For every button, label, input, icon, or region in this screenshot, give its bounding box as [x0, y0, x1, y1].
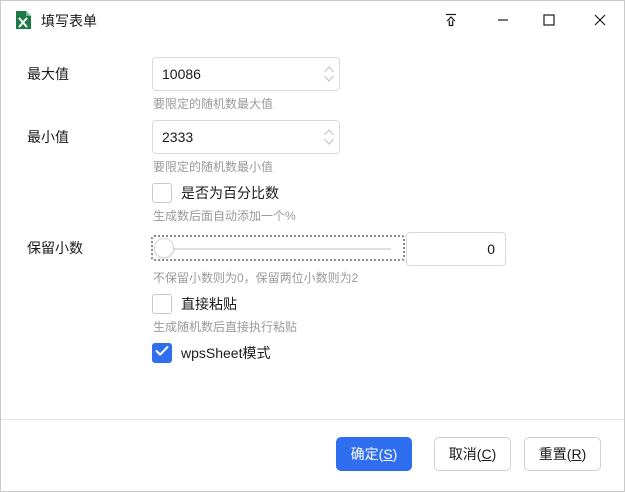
- pin-button[interactable]: [428, 1, 474, 39]
- paste-checkbox[interactable]: [152, 294, 172, 314]
- reset-button-label: 重置(: [538, 446, 572, 462]
- paste-checkbox-label: 直接粘贴: [181, 296, 237, 312]
- percent-hint: 生成数后面自动添加一个%: [153, 209, 296, 223]
- paste-checkbox-row[interactable]: 直接粘贴: [152, 294, 237, 314]
- confirm-shortcut-key: S: [383, 446, 393, 462]
- cancel-shortcut-key: C: [481, 446, 492, 462]
- decimal-input[interactable]: 0: [406, 232, 506, 266]
- decimal-value-text: 0: [487, 241, 495, 257]
- min-value-text: 2333: [162, 129, 194, 145]
- max-value-text: 10086: [162, 66, 201, 82]
- maximize-icon: [543, 14, 555, 26]
- confirm-button-label: 确定(: [350, 446, 384, 462]
- decimal-hint: 不保留小数则为0，保留两位小数则为2: [153, 271, 359, 285]
- paste-hint: 生成随机数后直接执行粘贴: [153, 320, 298, 334]
- pin-icon: [444, 13, 458, 27]
- confirm-button-suffix: ): [392, 446, 398, 462]
- excel-icon: [15, 10, 32, 30]
- decimal-slider[interactable]: [151, 235, 405, 261]
- footer-divider: [1, 419, 624, 420]
- percent-checkbox-row[interactable]: 是否为百分比数: [152, 183, 279, 203]
- reset-shortcut-key: R: [571, 446, 582, 462]
- slider-handle[interactable]: [154, 238, 174, 258]
- wps-checkbox-row[interactable]: wpsSheet模式: [152, 343, 270, 363]
- min-value-label: 最小值: [27, 129, 69, 145]
- percent-checkbox[interactable]: [152, 183, 172, 203]
- close-icon: [594, 14, 606, 26]
- slider-track: [163, 248, 391, 250]
- reset-button[interactable]: 重置(R): [524, 437, 601, 471]
- decimal-label: 保留小数: [27, 240, 83, 256]
- confirm-button[interactable]: 确定(S): [336, 437, 412, 471]
- maximize-button[interactable]: [526, 1, 572, 39]
- minimize-icon: [497, 14, 509, 26]
- max-value-input[interactable]: 10086: [152, 57, 340, 91]
- form-dialog: 填写表单 最大值 10086 要限定的随机数最大值 最小值 2333 要限定的随…: [0, 0, 625, 492]
- minimize-button[interactable]: [480, 1, 526, 39]
- min-value-input[interactable]: 2333: [152, 120, 340, 154]
- percent-checkbox-label: 是否为百分比数: [181, 185, 279, 201]
- wps-checkbox[interactable]: [152, 343, 172, 363]
- min-value-hint: 要限定的随机数最小值: [153, 160, 274, 174]
- title-bar[interactable]: 填写表单: [1, 1, 624, 39]
- reset-button-suffix: ): [581, 446, 587, 462]
- max-value-hint: 要限定的随机数最大值: [153, 97, 274, 111]
- spinner-icon[interactable]: [323, 64, 335, 84]
- cancel-button-label: 取消(: [448, 446, 482, 462]
- cancel-button[interactable]: 取消(C): [434, 437, 511, 471]
- wps-checkbox-label: wpsSheet模式: [181, 345, 271, 361]
- spinner-icon[interactable]: [323, 127, 335, 147]
- checkmark-icon: [155, 344, 169, 362]
- cancel-button-suffix: ): [491, 446, 497, 462]
- window-title: 填写表单: [41, 13, 97, 29]
- max-value-label: 最大值: [27, 66, 69, 82]
- close-button[interactable]: [577, 1, 623, 39]
